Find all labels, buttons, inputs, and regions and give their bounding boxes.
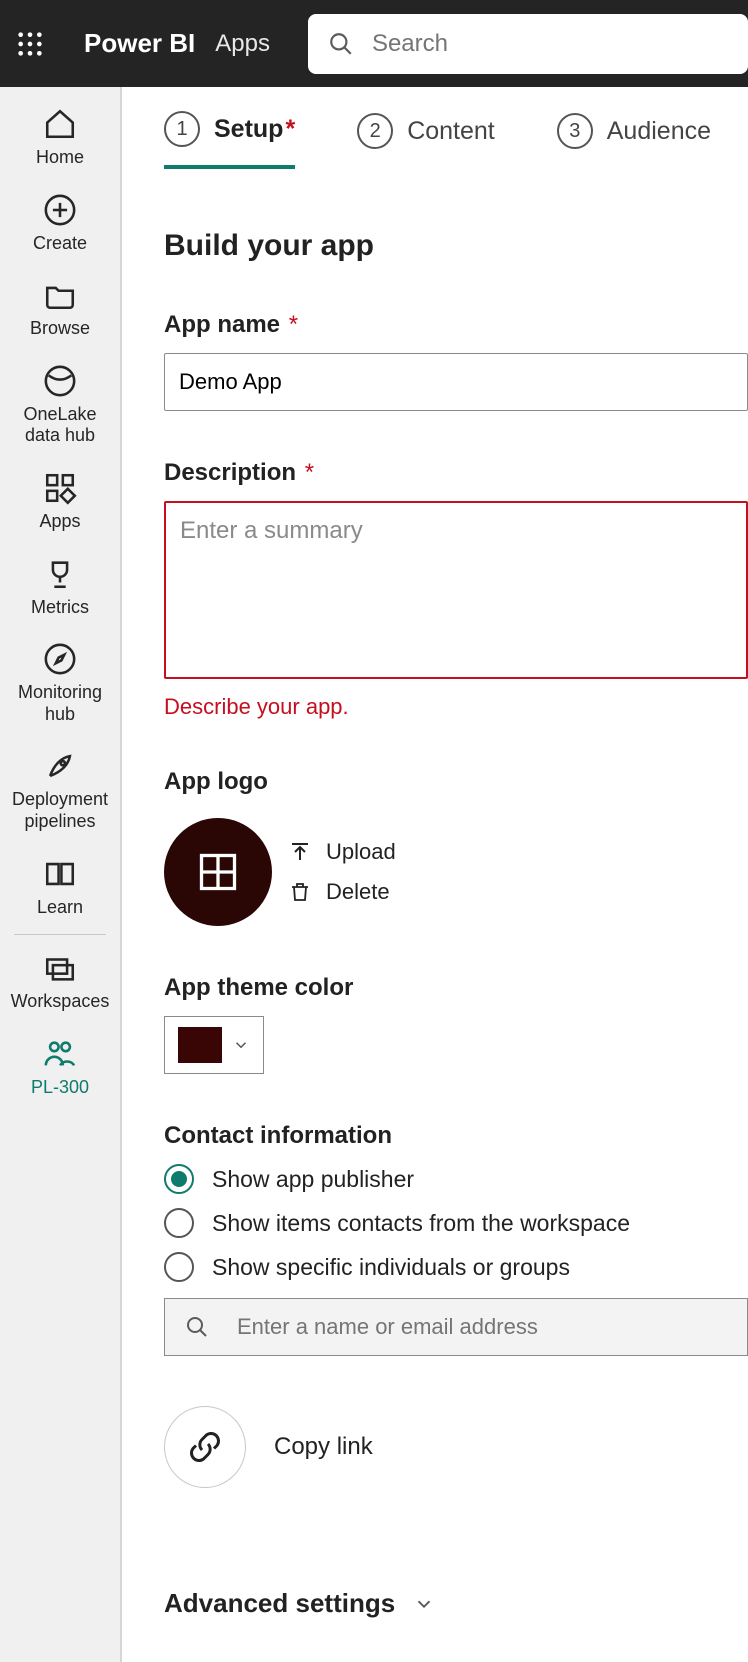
- trash-icon: [288, 880, 312, 904]
- nav-workspaces[interactable]: Workspaces: [0, 939, 120, 1025]
- nav-monitoring[interactable]: Monitoring hub: [0, 630, 120, 737]
- search-box[interactable]: [308, 14, 748, 74]
- description-error: Describe your app.: [164, 694, 748, 720]
- theme-color-picker[interactable]: [164, 1016, 264, 1074]
- tab-label: Setup: [214, 115, 283, 143]
- tab-setup[interactable]: 1 Setup*: [164, 111, 295, 169]
- search-icon: [185, 1315, 209, 1339]
- nav-pl300[interactable]: PL-300: [0, 1025, 120, 1111]
- copy-link-row: Copy link: [164, 1406, 748, 1488]
- step-number: 1: [164, 111, 200, 147]
- upload-label: Upload: [326, 839, 396, 865]
- book-icon: [43, 857, 77, 891]
- required-star: *: [285, 115, 295, 143]
- globe-icon: [43, 364, 77, 398]
- color-swatch: [178, 1027, 222, 1063]
- description-input[interactable]: [164, 501, 748, 679]
- trophy-icon: [43, 557, 77, 591]
- page-title: Build your app: [164, 229, 748, 263]
- advanced-label: Advanced settings: [164, 1588, 395, 1619]
- upload-icon: [288, 840, 312, 864]
- workspaces-icon: [43, 951, 77, 985]
- nav-deployment[interactable]: Deployment pipelines: [0, 737, 120, 844]
- brand-label: Power BI: [84, 28, 195, 59]
- chevron-down-icon: [413, 1593, 435, 1615]
- chevron-down-icon: [232, 1036, 250, 1054]
- copy-link-button[interactable]: [164, 1406, 246, 1488]
- field-app-name: App name *: [164, 311, 748, 411]
- field-label: Description: [164, 459, 296, 486]
- field-theme-color: App theme color: [164, 974, 748, 1074]
- rocket-icon: [43, 749, 77, 783]
- topbar: Power BI Apps: [0, 0, 748, 87]
- delete-logo-button[interactable]: Delete: [288, 879, 396, 905]
- app-name-input[interactable]: [164, 353, 748, 411]
- step-number: 2: [357, 113, 393, 149]
- delete-label: Delete: [326, 879, 390, 905]
- plus-circle-icon: [43, 193, 77, 227]
- breadcrumb[interactable]: Apps: [215, 30, 270, 58]
- radio-workspace-contacts[interactable]: Show items contacts from the workspace: [164, 1208, 748, 1238]
- field-description: Description * Describe your app.: [164, 459, 748, 720]
- left-nav: Home Create Browse OneLake data hub Apps…: [0, 87, 122, 1662]
- nav-browse[interactable]: Browse: [0, 266, 120, 352]
- advanced-settings-toggle[interactable]: Advanced settings: [164, 1588, 748, 1619]
- search-icon: [328, 31, 354, 57]
- search-input[interactable]: [372, 30, 728, 58]
- people-picker-input[interactable]: [237, 1314, 727, 1340]
- apps-icon: [43, 471, 77, 505]
- required-star: *: [289, 311, 298, 338]
- copy-link-label: Copy link: [274, 1433, 373, 1461]
- radio-specific[interactable]: Show specific individuals or groups: [164, 1252, 748, 1282]
- app-launcher-icon[interactable]: [0, 30, 60, 58]
- folder-icon: [43, 278, 77, 312]
- nav-onelake[interactable]: OneLake data hub: [0, 352, 120, 459]
- field-label: App theme color: [164, 974, 748, 1002]
- main-content: 1 Setup* 2 Content 3 Audience Build your…: [122, 87, 748, 1619]
- radio-label: Show app publisher: [212, 1166, 414, 1193]
- nav-learn[interactable]: Learn: [0, 845, 120, 931]
- nav-home[interactable]: Home: [0, 95, 120, 181]
- tab-audience[interactable]: 3 Audience: [557, 113, 711, 167]
- field-label: Contact information: [164, 1122, 748, 1150]
- radio-publisher[interactable]: Show app publisher: [164, 1164, 748, 1194]
- home-icon: [43, 107, 77, 141]
- link-icon: [187, 1429, 223, 1465]
- people-icon: [43, 1037, 77, 1071]
- field-label: App name: [164, 311, 280, 338]
- wizard-tabs: 1 Setup* 2 Content 3 Audience: [164, 111, 748, 169]
- nav-divider: [14, 934, 106, 935]
- step-number: 3: [557, 113, 593, 149]
- nav-apps[interactable]: Apps: [0, 459, 120, 545]
- radio-label: Show items contacts from the workspace: [212, 1210, 630, 1237]
- tile-icon: [196, 850, 240, 894]
- compass-icon: [43, 642, 77, 676]
- field-label: App logo: [164, 768, 748, 796]
- required-star: *: [305, 459, 314, 486]
- radio-label: Show specific individuals or groups: [212, 1254, 570, 1281]
- tab-label: Audience: [607, 117, 711, 146]
- tab-label: Content: [407, 117, 495, 146]
- nav-metrics[interactable]: Metrics: [0, 545, 120, 631]
- field-app-logo: App logo Upload Delete: [164, 768, 748, 926]
- upload-logo-button[interactable]: Upload: [288, 839, 396, 865]
- app-logo-preview: [164, 818, 272, 926]
- people-picker[interactable]: [164, 1298, 748, 1356]
- field-contact-info: Contact information Show app publisher S…: [164, 1122, 748, 1356]
- nav-create[interactable]: Create: [0, 181, 120, 267]
- tab-content[interactable]: 2 Content: [357, 113, 495, 167]
